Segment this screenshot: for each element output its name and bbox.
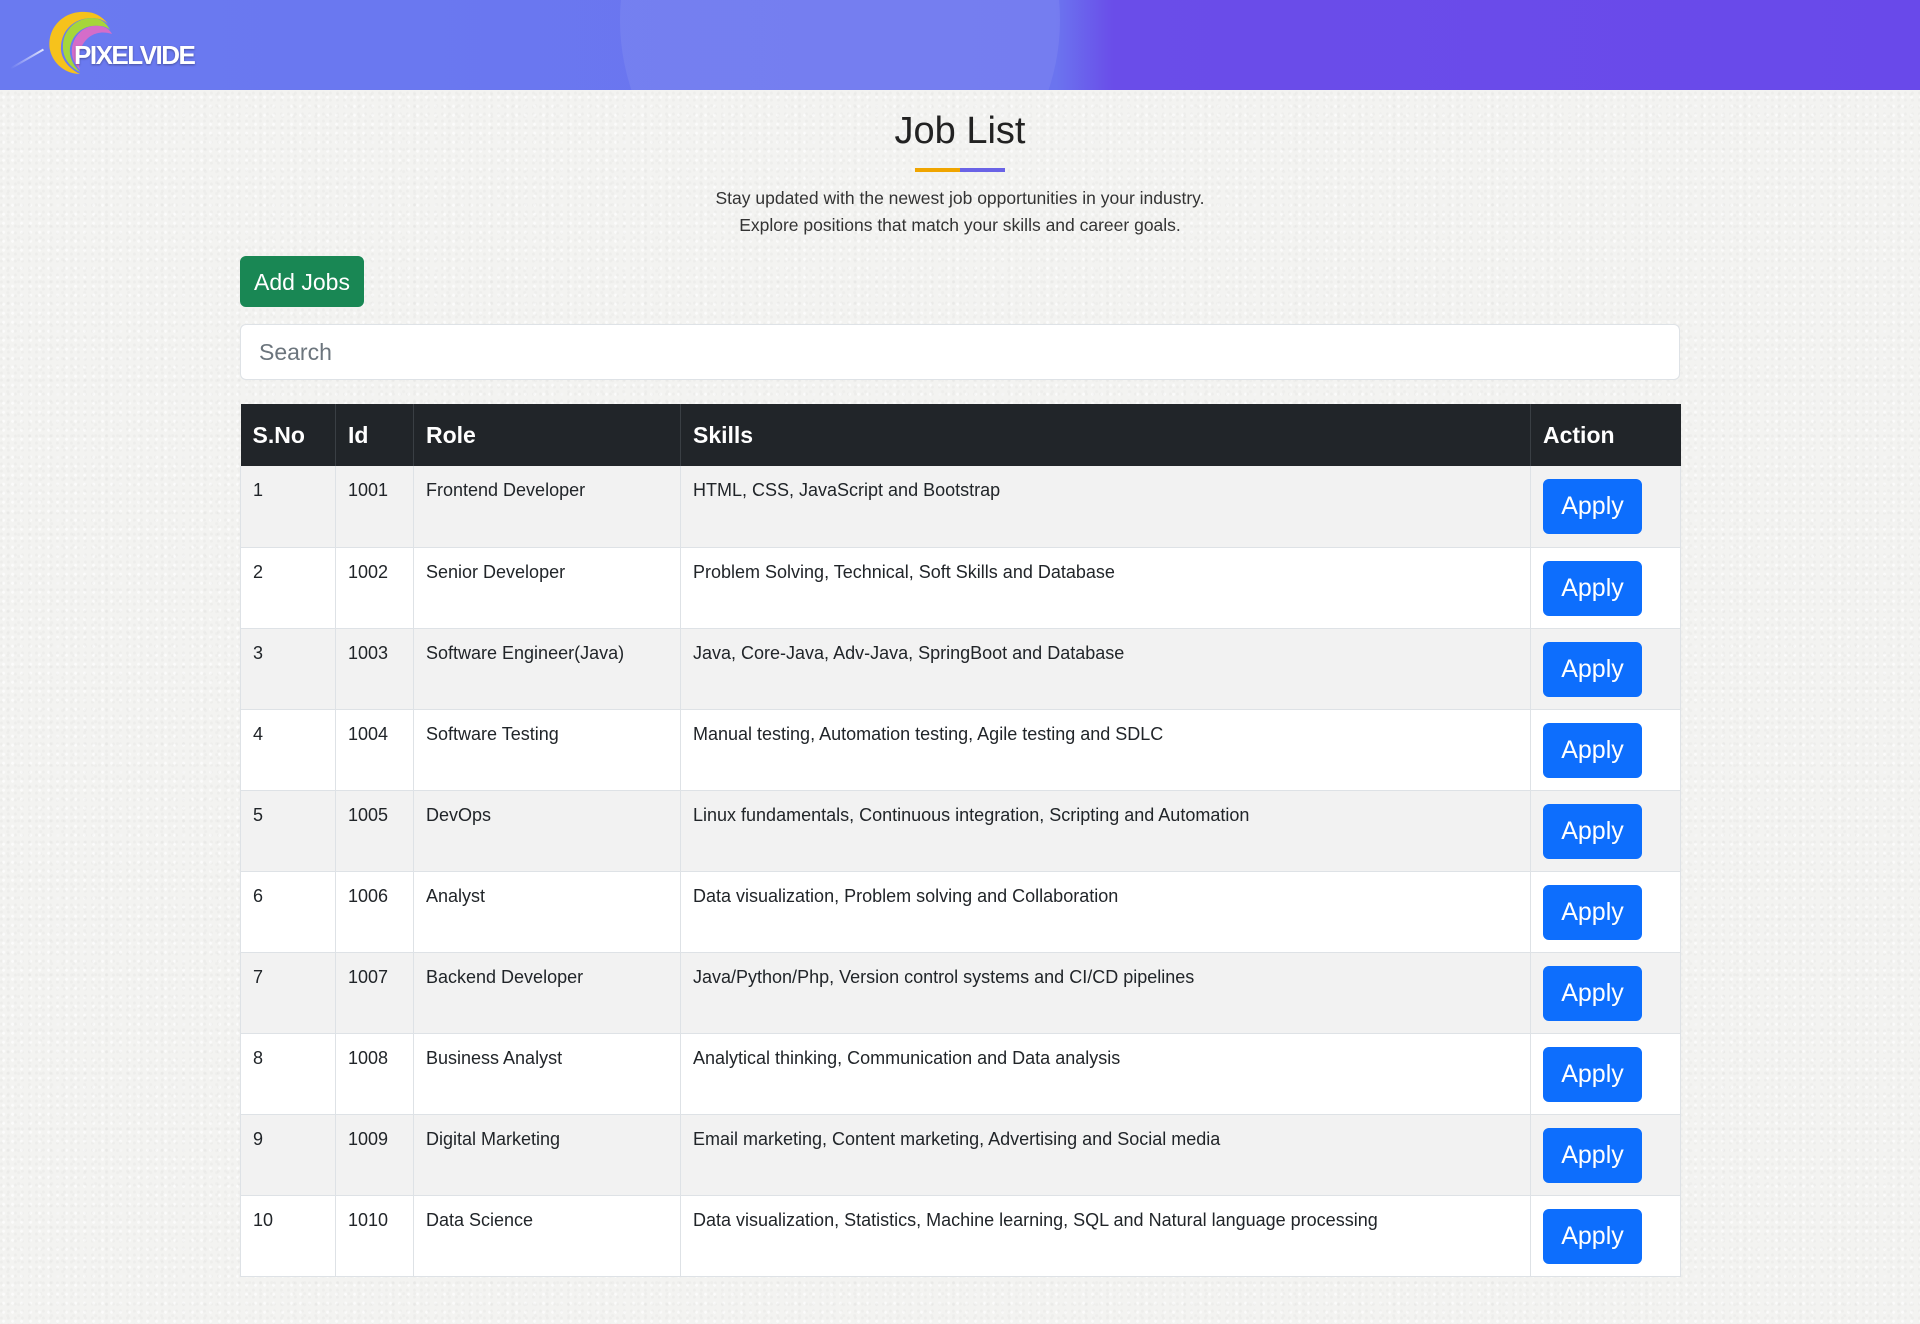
skills-cell: Java, Core-Java, Adv-Java, SpringBoot an…	[680, 628, 1531, 710]
table-row: 1 1001 Frontend Developer HTML, CSS, JavaSc…	[240, 466, 1681, 548]
role-cell: Software Testing	[413, 709, 681, 791]
column-header-id: Id	[335, 404, 414, 466]
id-cell: 1006	[335, 871, 414, 953]
id-cell: 1004	[335, 709, 414, 791]
page-subtitle-line-1: Stay updated with the newest job opportu…	[715, 188, 1205, 208]
sno-cell: 5	[240, 790, 336, 872]
table-row: 10 1010 Data Science Data visualization, St…	[240, 1195, 1681, 1277]
column-header-role: Role	[413, 404, 681, 466]
table-header-row: S.No Id Role Skills Action	[240, 404, 1681, 466]
skills-cell: Manual testing, Automation testing, Agil…	[680, 709, 1531, 791]
search-input[interactable]	[240, 324, 1680, 380]
table-row: 9 1009 Digital Marketing Email marketing, C…	[240, 1114, 1681, 1196]
skills-cell: Analytical thinking, Communication and D…	[680, 1033, 1531, 1115]
skills-cell: HTML, CSS, JavaScript and Bootstrap	[680, 466, 1531, 548]
table-row: 5 1005 DevOps Linux fundamentals, Continuou…	[240, 790, 1681, 872]
id-cell: 1001	[335, 466, 414, 548]
role-cell: Frontend Developer	[413, 466, 681, 548]
apply-button[interactable]: Apply	[1543, 641, 1642, 697]
navbar-glow-decoration	[620, 0, 1060, 90]
sno-cell: 9	[240, 1114, 336, 1196]
skills-cell: Email marketing, Content marketing, Adve…	[680, 1114, 1531, 1196]
sno-cell: 6	[240, 871, 336, 953]
action-cell: Apply	[1530, 871, 1681, 953]
table-row: 2 1002 Senior Developer Problem Solving, Te…	[240, 547, 1681, 629]
apply-button[interactable]: Apply	[1543, 884, 1642, 940]
id-cell: 1003	[335, 628, 414, 710]
action-cell: Apply	[1530, 1195, 1681, 1277]
action-cell: Apply	[1530, 466, 1681, 548]
apply-button[interactable]: Apply	[1543, 1127, 1642, 1183]
role-cell: Software Engineer(Java)	[413, 628, 681, 710]
id-cell: 1002	[335, 547, 414, 629]
top-navbar: PIXELVIDE	[0, 0, 1920, 90]
apply-button[interactable]: Apply	[1543, 965, 1642, 1021]
skills-cell: Data visualization, Problem solving and …	[680, 871, 1531, 953]
page-title: Job List	[894, 110, 1026, 152]
sno-cell: 4	[240, 709, 336, 791]
apply-button[interactable]: Apply	[1543, 1046, 1642, 1102]
apply-button[interactable]: Apply	[1543, 479, 1642, 534]
role-cell: Digital Marketing	[413, 1114, 681, 1196]
skills-cell: Linux fundamentals, Continuous integrati…	[680, 790, 1531, 872]
skills-cell: Data visualization, Statistics, Machine …	[680, 1195, 1531, 1277]
apply-button[interactable]: Apply	[1543, 722, 1642, 778]
column-header-sno: S.No	[240, 404, 336, 466]
title-underline-divider	[915, 168, 1005, 172]
id-cell: 1009	[335, 1114, 414, 1196]
role-cell: Backend Developer	[413, 952, 681, 1034]
brand-logo[interactable]: PIXELVIDE	[42, 6, 212, 80]
action-cell: Apply	[1530, 709, 1681, 791]
page-subtitle-line-2: Explore positions that match your skills…	[739, 215, 1181, 235]
action-cell: Apply	[1530, 547, 1681, 629]
action-cell: Apply	[1530, 790, 1681, 872]
table-row: 4 1004 Software Testing Manual testing, Aut…	[240, 709, 1681, 791]
column-header-action: Action	[1530, 404, 1681, 466]
action-cell: Apply	[1530, 1033, 1681, 1115]
action-cell: Apply	[1530, 952, 1681, 1034]
role-cell: Senior Developer	[413, 547, 681, 629]
sno-cell: 7	[240, 952, 336, 1034]
id-cell: 1005	[335, 790, 414, 872]
role-cell: Analyst	[413, 871, 681, 953]
apply-button[interactable]: Apply	[1543, 1208, 1642, 1264]
skills-cell: Java/Python/Php, Version control systems…	[680, 952, 1531, 1034]
id-cell: 1007	[335, 952, 414, 1034]
table-row: 3 1003 Software Engineer(Java) Java, Core-J…	[240, 628, 1681, 710]
table-row: 6 1006 Analyst Data visualization, Problem …	[240, 871, 1681, 953]
table-row: 8 1008 Business Analyst Analytical thinking…	[240, 1033, 1681, 1115]
role-cell: Business Analyst	[413, 1033, 681, 1115]
apply-button[interactable]: Apply	[1543, 803, 1642, 859]
apply-button[interactable]: Apply	[1543, 560, 1642, 616]
id-cell: 1008	[335, 1033, 414, 1115]
column-header-skills: Skills	[680, 404, 1531, 466]
logo-text: PIXELVIDE	[74, 40, 196, 70]
sno-cell: 8	[240, 1033, 336, 1115]
sno-cell: 1	[240, 466, 336, 548]
add-jobs-button[interactable]: Add Jobs	[240, 256, 364, 307]
table-row: 7 1007 Backend Developer Java/Python/Php, V…	[240, 952, 1681, 1034]
action-cell: Apply	[1530, 628, 1681, 710]
action-cell: Apply	[1530, 1114, 1681, 1196]
id-cell: 1010	[335, 1195, 414, 1277]
sno-cell: 10	[240, 1195, 336, 1277]
job-table: S.No Id Role Skills Action 1 1001 Frontend…	[240, 404, 1681, 1277]
sno-cell: 2	[240, 547, 336, 629]
role-cell: Data Science	[413, 1195, 681, 1277]
navbar-streak-decoration	[10, 48, 44, 70]
skills-cell: Problem Solving, Technical, Soft Skills …	[680, 547, 1531, 629]
role-cell: DevOps	[413, 790, 681, 872]
sno-cell: 3	[240, 628, 336, 710]
